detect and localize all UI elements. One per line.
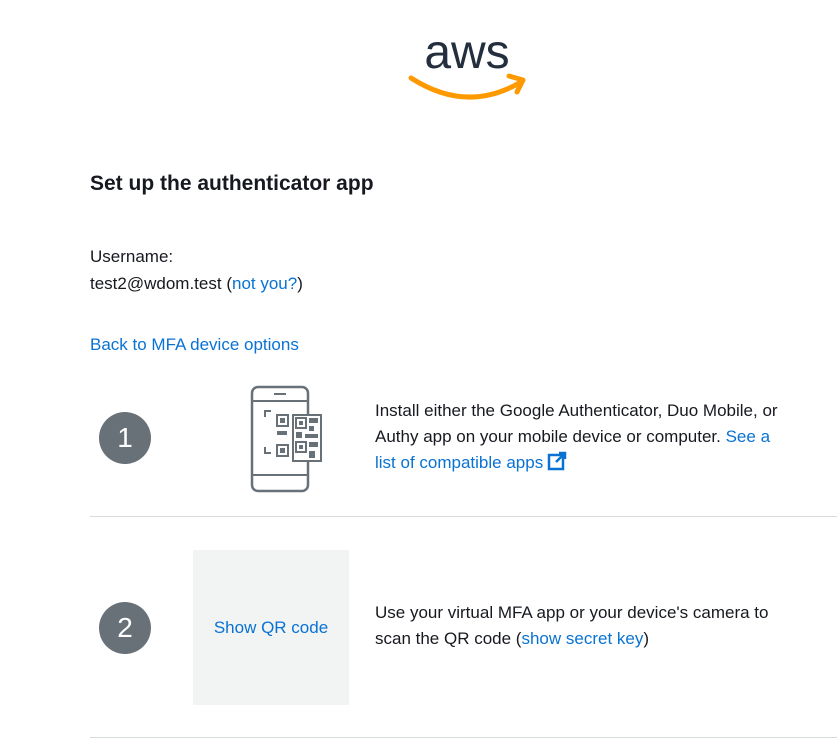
username-label: Username:	[90, 247, 174, 266]
qr-code-placeholder: Show QR code	[193, 550, 349, 705]
not-you-link[interactable]: not you?	[232, 274, 297, 293]
external-link-icon	[547, 451, 567, 471]
step-divider	[90, 737, 837, 738]
mfa-setup-page: aws Set up the authenticator app Usernam…	[0, 0, 837, 739]
username-line: test2@wdom.test (not you?)	[90, 274, 303, 294]
phone-qr-illustration-icon	[250, 385, 322, 493]
step-1-text: Install either the Google Authenticator,…	[375, 398, 795, 476]
step-2-badge: 2	[99, 602, 151, 654]
step-2-text: Use your virtual MFA app or your device'…	[375, 600, 795, 652]
aws-logo-text: aws	[424, 26, 509, 79]
show-secret-key-link[interactable]: show secret key	[521, 629, 643, 648]
aws-logo: aws	[408, 26, 526, 100]
step-1-badge: 1	[99, 412, 151, 464]
step-1-instructions: Install either the Google Authenticator,…	[375, 401, 778, 446]
back-to-mfa-options-link[interactable]: Back to MFA device options	[90, 335, 299, 355]
page-title: Set up the authenticator app	[90, 172, 374, 195]
step-2-paren-close: )	[643, 629, 650, 648]
paren-close: )	[297, 274, 303, 293]
username-value: test2@wdom.test	[90, 274, 222, 293]
step-divider	[90, 516, 837, 517]
show-qr-code-button[interactable]: Show QR code	[214, 618, 328, 638]
paren-open: (	[221, 274, 232, 293]
